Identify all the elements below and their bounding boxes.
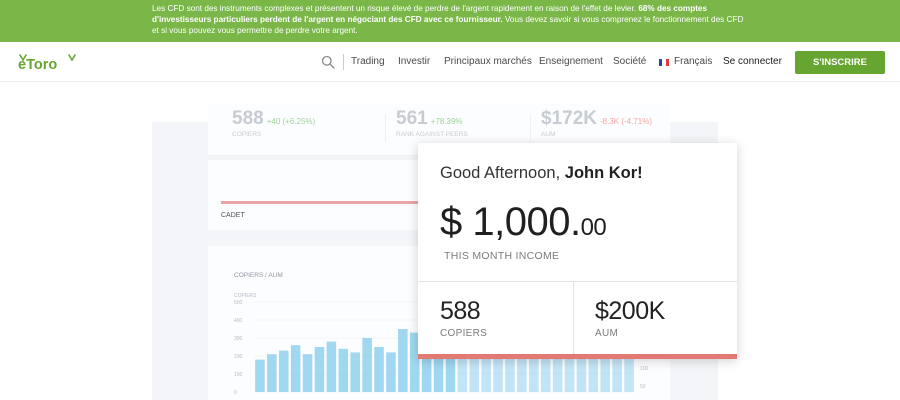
chart-bar	[386, 352, 396, 392]
background-stat-change: +40 (+6.25%)	[266, 117, 316, 126]
background-stat-label: COPIERS	[232, 131, 262, 138]
income-amount-main: $ 1,000.	[440, 200, 581, 244]
chart-bar	[398, 329, 408, 392]
income-summary-card: Good Afternoon, John Kor! $ 1,000.00 THI…	[418, 143, 737, 359]
nav-divider	[343, 54, 344, 70]
background-stat-value: $172K	[541, 108, 597, 129]
chart-bar	[374, 347, 384, 392]
chart-bar	[290, 345, 301, 392]
card-stat-value: $200K	[595, 297, 665, 325]
chart-y-tick: 100	[234, 372, 243, 378]
background-chart-title: COPIERS / AUM	[234, 272, 283, 279]
card-stat-label: AUM	[595, 328, 619, 339]
language-selector[interactable]: Français	[674, 56, 712, 67]
background-stat-label: RANK AGAINST PEERS	[396, 131, 468, 138]
background-stat-label: AUM	[541, 131, 556, 138]
risk-warning-text: Les CFD sont des instruments complexes e…	[152, 4, 639, 13]
background-stat-aum: $172K -8.3K (-4.71%) AUM	[541, 108, 652, 138]
card-stat-aum: $200K AUM	[595, 297, 665, 339]
background-stat-divider	[385, 114, 386, 142]
greeting-text: Good Afternoon,	[440, 164, 565, 182]
chart-bar	[279, 350, 289, 392]
rank-progress-fill	[221, 201, 426, 204]
card-stat-value: 588	[440, 297, 481, 325]
top-navigation: eToro eToro Trading Investir Principaux …	[0, 42, 900, 82]
chart-bar	[624, 356, 634, 392]
background-ghost-text	[150, 60, 153, 71]
background-stat-rank: 561 +78.39% RANK AGAINST PEERS	[396, 108, 468, 138]
chart-bar	[350, 352, 360, 392]
french-flag-icon[interactable]	[659, 59, 669, 66]
chart-y-tick: 0	[234, 390, 237, 396]
chart-bar	[338, 348, 349, 392]
income-amount-cents: 00	[580, 214, 607, 241]
nav-item-societe[interactable]: Société	[613, 56, 646, 67]
chart-bar	[302, 354, 313, 392]
income-amount: $ 1,000.00	[440, 200, 607, 245]
chart-right-tick: 100	[640, 366, 649, 372]
chart-bar	[326, 341, 337, 392]
chart-y-tick: 500	[234, 300, 243, 306]
greeting: Good Afternoon, John Kor!	[440, 164, 643, 183]
card-stat-divider	[573, 282, 574, 354]
chart-bar	[267, 354, 277, 392]
chart-right-tick: 50	[640, 384, 646, 390]
chart-y-tick: 400	[234, 318, 243, 324]
chart-bar	[362, 338, 372, 392]
card-stat-copiers: 588 COPIERS	[440, 297, 487, 339]
rank-level-label: CADET	[221, 212, 245, 219]
chart-bar	[314, 347, 325, 392]
login-link[interactable]: Se connecter	[723, 56, 782, 67]
background-stat-divider	[530, 114, 531, 142]
background-stat-copiers: 588 +40 (+6.25%) COPIERS	[232, 108, 315, 138]
svg-text:eToro: eToro	[18, 57, 57, 73]
income-label: THIS MONTH INCOME	[444, 250, 560, 262]
background-stat-change: -8.3K (-4.71%)	[600, 117, 653, 126]
background-stat-value: 588	[232, 108, 264, 129]
card-accent-bar	[418, 354, 737, 359]
risk-warning-banner: Les CFD sont des instruments complexes e…	[0, 0, 900, 42]
background-stat-value: 561	[396, 108, 428, 129]
search-icon[interactable]	[321, 55, 335, 69]
chart-bar	[255, 359, 265, 392]
nav-item-investir[interactable]: Investir	[398, 56, 430, 67]
chart-y-tick: 200	[234, 354, 243, 360]
card-divider	[418, 281, 737, 282]
chart-y-tick: 300	[234, 336, 243, 342]
nav-item-principaux-marches[interactable]: Principaux marchés	[444, 56, 532, 67]
signup-button[interactable]: S'INSCRIRE	[795, 51, 885, 74]
nav-item-enseignement[interactable]: Enseignement	[539, 56, 603, 67]
card-stat-label: COPIERS	[440, 328, 488, 339]
nav-item-trading[interactable]: Trading	[351, 56, 385, 67]
user-name: John Kor!	[564, 164, 643, 182]
etoro-logo[interactable]: eToro eToro	[16, 49, 80, 75]
background-stat-change: +78.39%	[430, 117, 463, 126]
